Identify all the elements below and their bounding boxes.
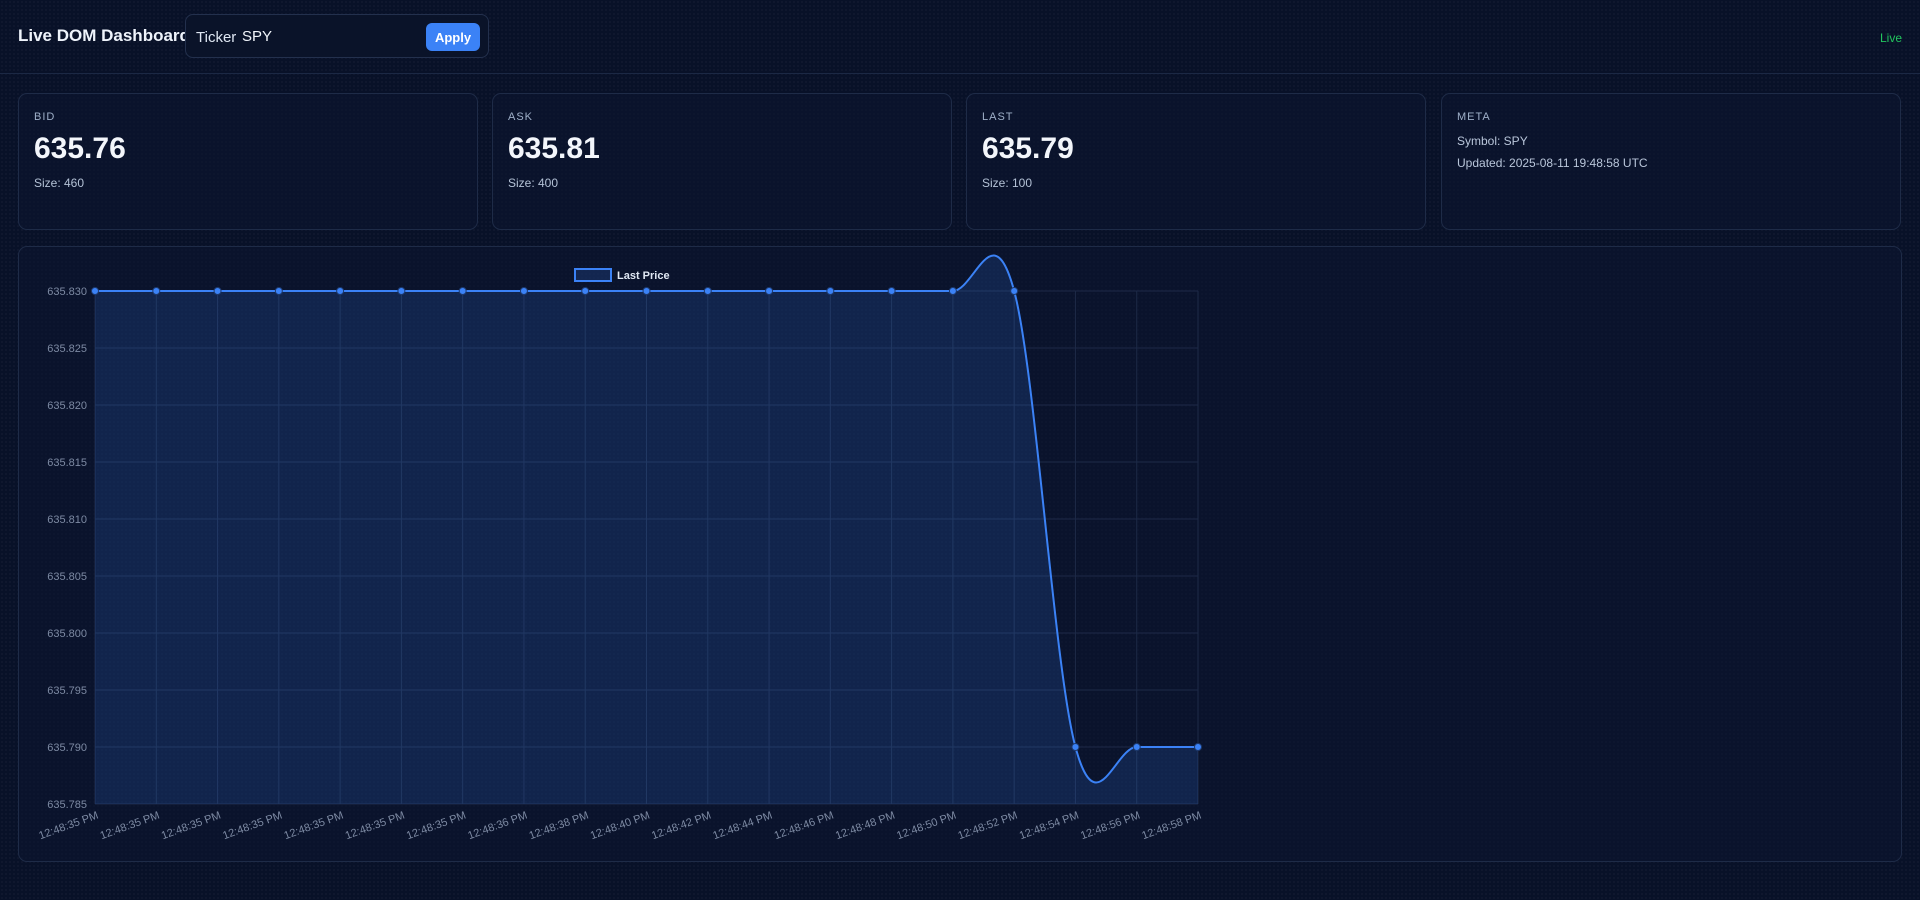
x-tick-label: 12:48:38 PM: [528, 810, 591, 843]
x-tick-label: 12:48:56 PM: [1079, 810, 1142, 843]
bid-label: BID: [34, 111, 56, 123]
ask-label: ASK: [508, 111, 534, 123]
bid-size: Size: 460: [34, 176, 85, 190]
price-chart: 635.830 635.825 635.820 635.815 635.810 635.8…: [37, 254, 1203, 843]
data-point: [703, 287, 712, 295]
x-tick-label: 12:48:50 PM: [895, 810, 958, 843]
x-tick-label: 12:48:40 PM: [589, 810, 652, 843]
y-tick-label: 635.810: [47, 514, 87, 526]
x-tick-label: 12:48:35 PM: [405, 810, 468, 843]
x-tick-label: 12:48:35 PM: [37, 810, 100, 843]
y-tick-label: 635.830: [47, 286, 87, 298]
x-tick-label: 12:48:35 PM: [221, 810, 284, 843]
y-tick-label: 635.800: [47, 628, 87, 640]
last-value: 635.79: [982, 132, 1074, 165]
meta-label: META: [1457, 111, 1491, 123]
legend-label: Last Price: [617, 270, 670, 282]
data-point: [213, 287, 222, 295]
data-point: [1071, 743, 1080, 751]
data-point: [1010, 287, 1019, 295]
data-point: [1194, 743, 1202, 751]
data-point: [458, 287, 467, 295]
y-tick-label: 635.785: [47, 799, 87, 811]
data-point: [519, 287, 528, 295]
data-point: [274, 287, 283, 295]
x-tick-label: 12:48:52 PM: [956, 810, 1019, 843]
data-point: [887, 287, 896, 295]
meta-symbol: Symbol: SPY: [1457, 134, 1528, 148]
app-title: Live DOM Dashboard: [18, 26, 190, 45]
ticker-label: Ticker: [196, 29, 237, 46]
y-tick-label: 635.820: [47, 400, 87, 412]
meta-card: META Symbol: SPY Updated: 2025-08-11 19:…: [1441, 93, 1901, 230]
bid-value: 635.76: [34, 132, 126, 165]
live-status: Live: [1879, 31, 1902, 45]
data-point: [152, 287, 161, 295]
ask-value: 635.81: [508, 132, 600, 165]
ask-size: Size: 400: [508, 176, 559, 190]
x-tick-label: 12:48:46 PM: [773, 810, 836, 843]
data-point: [336, 287, 345, 295]
x-tick-label: 12:48:58 PM: [1140, 810, 1203, 843]
last-size: Size: 100: [982, 176, 1033, 190]
x-tick-label: 12:48:35 PM: [282, 810, 345, 843]
data-point: [826, 287, 835, 295]
data-point: [581, 287, 590, 295]
last-card: LAST 635.79 Size: 100: [966, 93, 1426, 230]
x-tick-label: 12:48:42 PM: [650, 810, 713, 843]
x-tick-label: 12:48:35 PM: [99, 810, 162, 843]
x-tick-label: 12:48:35 PM: [344, 810, 407, 843]
x-tick-label: 12:48:48 PM: [834, 810, 897, 843]
x-tick-label: 12:48:54 PM: [1018, 810, 1081, 843]
ticker-form: Ticker Apply: [185, 14, 489, 58]
top-bar: Live DOM Dashboard Ticker Apply Live: [0, 0, 1920, 74]
x-tick-label: 12:48:44 PM: [711, 810, 774, 843]
y-tick-label: 635.790: [47, 742, 87, 754]
y-tick-label: 635.795: [47, 685, 87, 697]
data-point: [765, 287, 774, 295]
meta-updated: Updated: 2025-08-11 19:48:58 UTC: [1457, 156, 1648, 170]
data-point: [1132, 743, 1141, 751]
y-tick-label: 635.825: [47, 343, 87, 355]
chart-panel: 635.830 635.825 635.820 635.815 635.810 635.8…: [18, 246, 1902, 862]
data-point: [948, 287, 957, 295]
y-tick-label: 635.815: [47, 457, 87, 469]
data-point: [91, 287, 99, 295]
data-point: [397, 287, 406, 295]
bid-card: BID 635.76 Size: 460: [18, 93, 478, 230]
y-tick-label: 635.805: [47, 571, 87, 583]
x-tick-label: 12:48:35 PM: [160, 810, 223, 843]
ask-card: ASK 635.81 Size: 400: [492, 93, 952, 230]
legend-swatch: [574, 268, 612, 282]
last-label: LAST: [982, 111, 1014, 123]
ticker-input[interactable]: [236, 23, 428, 49]
x-tick-label: 12:48:36 PM: [466, 810, 529, 843]
apply-button[interactable]: Apply: [426, 23, 480, 51]
data-point: [642, 287, 651, 295]
series-area-last-price: [95, 255, 1198, 805]
